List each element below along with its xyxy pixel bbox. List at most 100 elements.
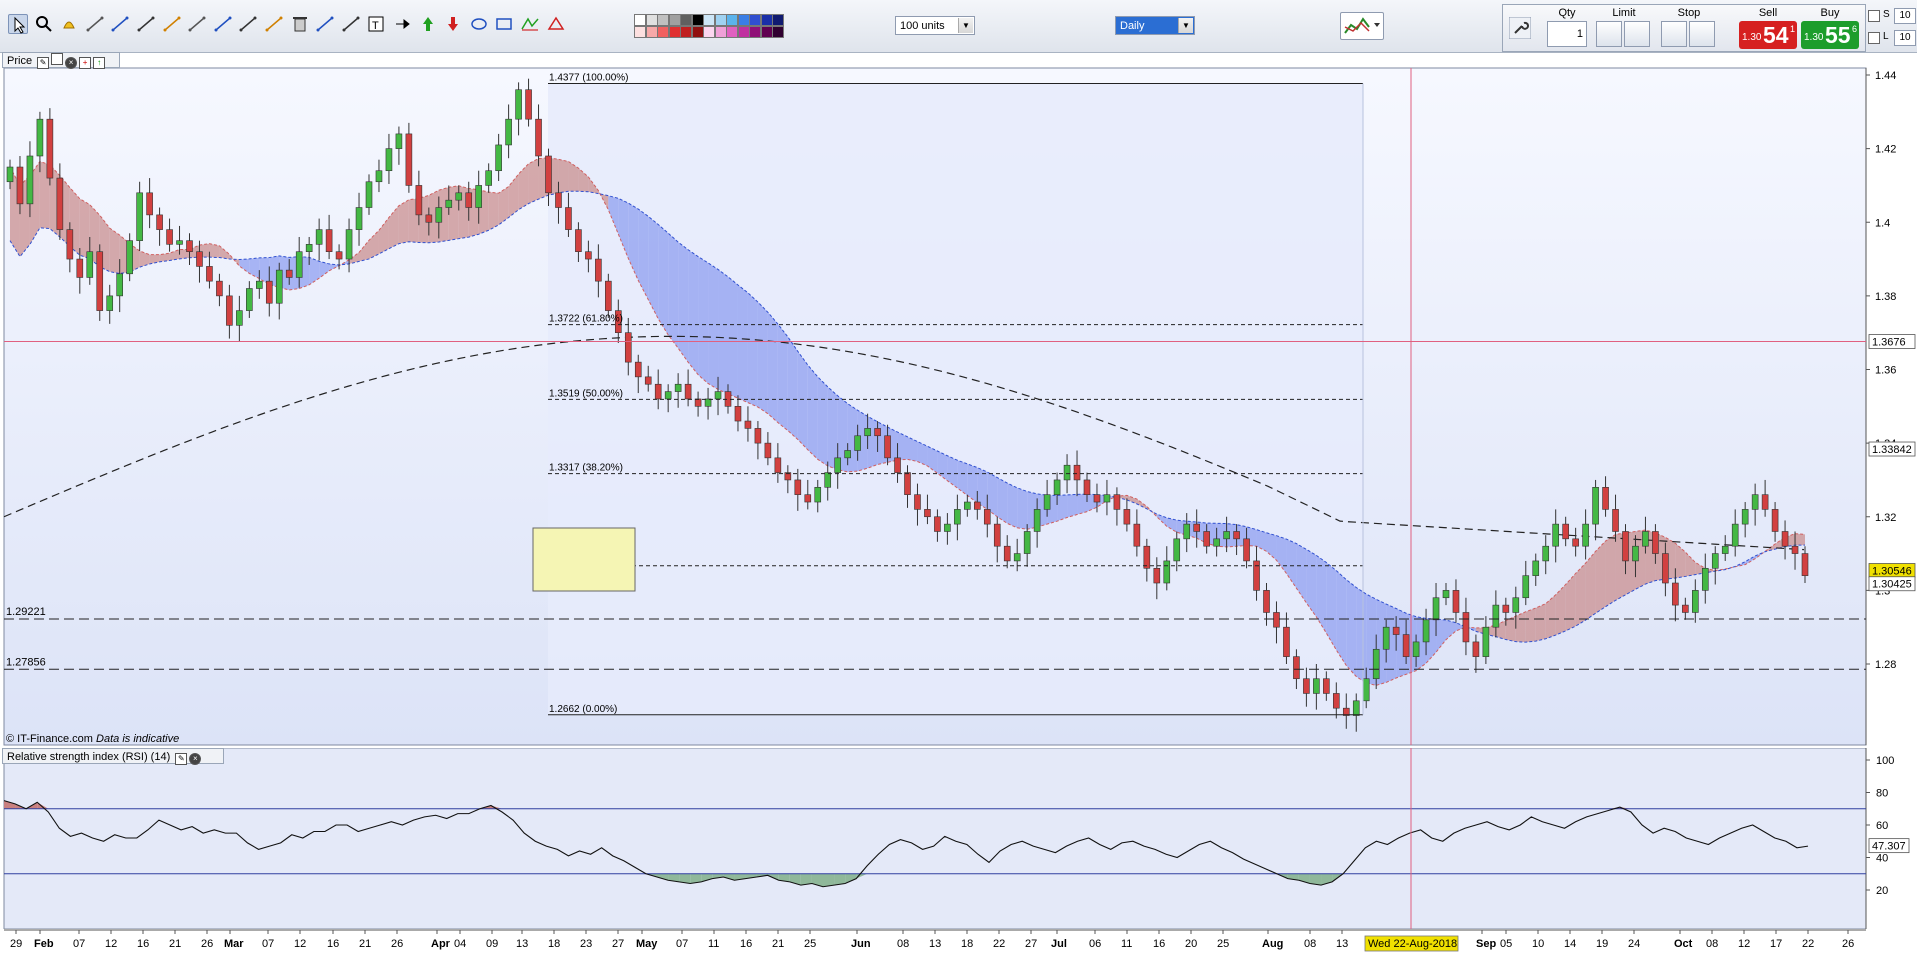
bull-candle <box>704 398 712 407</box>
limit-pips-row: L 10 pips <box>1868 30 1916 46</box>
bull-candle <box>485 170 492 186</box>
stop-buy-button[interactable] <box>1661 21 1687 47</box>
sell-price-fraction: 1 <box>1790 24 1796 34</box>
stop-pips-row: S 10 pips <box>1868 8 1916 24</box>
text-icon-glyph: T <box>368 16 384 32</box>
stop-sell-button[interactable] <box>1689 21 1715 47</box>
bull-candle <box>1741 509 1749 525</box>
limit-pips-input[interactable]: 10 <box>1894 30 1916 46</box>
arrow-up-icon[interactable] <box>418 14 438 34</box>
delete-icon[interactable] <box>290 14 310 34</box>
color-swatch[interactable] <box>737 26 750 38</box>
ma-band-bull <box>488 192 499 231</box>
ma-band-bear <box>1346 579 1357 677</box>
color-swatch[interactable] <box>645 26 658 38</box>
color-swatch[interactable] <box>634 26 646 38</box>
color-swatch[interactable] <box>772 26 784 38</box>
close-icon[interactable]: × <box>189 753 202 765</box>
add-indicator-icon[interactable]: + <box>79 57 92 69</box>
pointer-icon[interactable] <box>8 14 28 34</box>
color-swatch[interactable] <box>726 14 738 26</box>
bear-candle <box>1303 678 1310 694</box>
bull-candle <box>944 523 951 532</box>
color-swatch[interactable] <box>714 14 727 26</box>
price-chart[interactable]: 1.4377 (100.00%) 1.3722 (61.80%) 1.3519 (5… <box>0 52 1917 746</box>
horizontal-line-icon[interactable] <box>187 14 207 34</box>
color-swatch[interactable] <box>680 14 692 26</box>
fan-icon[interactable] <box>264 14 284 34</box>
color-swatch[interactable] <box>749 26 761 38</box>
limit-buy-button[interactable] <box>1596 21 1622 47</box>
color-swatch[interactable] <box>680 26 692 38</box>
detach-icon[interactable]: ↑ <box>93 57 106 69</box>
color-swatch[interactable] <box>703 26 715 38</box>
ma-band-bear <box>817 376 828 466</box>
interval-select[interactable]: Daily ▼ <box>1115 16 1195 35</box>
color-swatch[interactable] <box>691 26 704 38</box>
color-swatch[interactable] <box>737 14 750 26</box>
wrench-icon[interactable]: ✎ <box>175 753 188 765</box>
color-swatch[interactable] <box>691 14 704 26</box>
qty-input[interactable]: 1 <box>1547 21 1587 47</box>
close-icon[interactable]: × <box>65 57 78 69</box>
ray-icon[interactable] <box>136 14 156 34</box>
sell-button[interactable]: 1.30 54 1 <box>1739 21 1797 49</box>
alert-bell-icon[interactable] <box>59 14 79 34</box>
arrow-down-icon[interactable] <box>443 14 463 34</box>
bull-candle <box>455 192 463 201</box>
ruler-icon[interactable] <box>85 14 105 34</box>
rsi-chart[interactable]: 20 40 60 80 100 47.307 <box>0 748 1917 929</box>
arrow-right-icon[interactable] <box>392 14 412 34</box>
wrench-icon[interactable]: ✎ <box>37 57 50 69</box>
parallel-channel-icon[interactable] <box>213 14 233 34</box>
color-swatch[interactable] <box>668 14 681 26</box>
channel-icon[interactable] <box>341 14 361 34</box>
color-swatch[interactable] <box>668 26 681 38</box>
color-swatch[interactable] <box>645 14 658 26</box>
ellipse-icon[interactable] <box>469 14 489 34</box>
bear-candle <box>335 251 343 260</box>
wrench-icon[interactable] <box>1509 17 1531 39</box>
fibonacci-label: 1.2662 (0.00%) <box>549 704 617 715</box>
pitchfork-icon[interactable] <box>238 14 258 34</box>
stop-pips-input[interactable]: 10 <box>1894 8 1916 24</box>
chart-type-icon <box>1344 17 1380 34</box>
color-swatch[interactable] <box>657 14 669 26</box>
date-tick-label: 08 <box>1706 938 1718 950</box>
limit-sell-button[interactable] <box>1624 21 1650 47</box>
stop-pips-checkbox[interactable] <box>1868 10 1880 22</box>
crosshair-icon[interactable] <box>315 14 335 34</box>
maximize-icon[interactable] <box>51 53 64 65</box>
date-tick-label: 26 <box>391 938 403 950</box>
fibonacci-label: 1.3317 (38.20%) <box>549 463 623 474</box>
rsi-tick-label: 20 <box>1876 885 1888 897</box>
triangle-red-icon[interactable] <box>546 14 566 34</box>
buy-button[interactable]: 1.30 55 6 <box>1801 21 1859 49</box>
bear-candle <box>285 269 293 278</box>
color-swatch[interactable] <box>749 14 761 26</box>
date-tick-label: 25 <box>1217 938 1229 950</box>
chart-type-button[interactable] <box>1340 12 1384 40</box>
zoom-icon[interactable] <box>34 14 54 34</box>
trend-line-icon[interactable] <box>110 14 130 34</box>
text-icon[interactable]: T <box>366 14 386 34</box>
color-swatch[interactable] <box>726 26 738 38</box>
color-swatch[interactable] <box>703 14 715 26</box>
rectangle-icon[interactable] <box>494 14 514 34</box>
buy-price-prefix: 1.30 <box>1804 32 1824 43</box>
limit-pips-checkbox[interactable] <box>1868 32 1880 44</box>
color-swatch[interactable] <box>760 26 773 38</box>
units-select[interactable]: 100 units ▼ <box>895 16 975 35</box>
triangle-icon[interactable] <box>520 14 540 34</box>
sell-label: Sell <box>1758 7 1778 19</box>
color-swatch[interactable] <box>760 14 773 26</box>
ma-band-bear <box>867 416 878 469</box>
pointer-icon-glyph <box>14 16 26 34</box>
color-swatch[interactable] <box>714 26 727 38</box>
vertical-line-icon[interactable] <box>162 14 182 34</box>
color-swatch[interactable] <box>657 26 669 38</box>
color-swatch[interactable] <box>634 14 646 26</box>
bear-candle <box>56 177 64 230</box>
rsi-tick-label: 100 <box>1876 755 1894 767</box>
color-swatch[interactable] <box>772 14 784 26</box>
